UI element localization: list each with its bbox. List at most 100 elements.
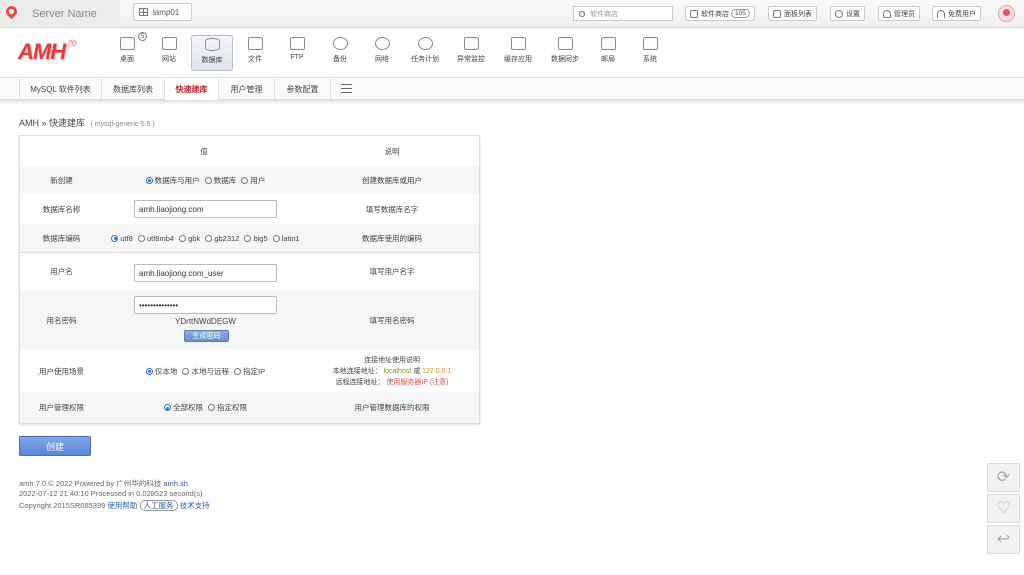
radio-utf8[interactable] bbox=[111, 234, 119, 242]
server-tab-lamp01[interactable]: lamp01 bbox=[133, 3, 192, 21]
row-usage-scene: 用户使用场景 仅本地 本地与远程 指定IP 连接地址使用说明 本地连接地址： l… bbox=[20, 350, 479, 392]
search-icon bbox=[579, 10, 585, 17]
breadcrumb: AMH » 快速建库 ( mysql-generic-5.5 ) bbox=[19, 118, 155, 128]
radio-utf8mb4[interactable] bbox=[137, 234, 145, 242]
quick-create-form: 值 说明 新创建 数据库与用户 数据库 用户 创建数据库或用户 数据库名称 am… bbox=[19, 135, 480, 424]
menu-icon[interactable] bbox=[341, 84, 352, 93]
user-icon bbox=[883, 9, 891, 18]
nav-item-cache[interactable]: 缓存应用 bbox=[497, 35, 539, 71]
radio-specific-ip[interactable] bbox=[234, 367, 242, 375]
radio-user-only[interactable] bbox=[241, 176, 249, 184]
store-icon bbox=[690, 9, 698, 18]
globe-icon bbox=[374, 37, 390, 50]
folder-icon bbox=[247, 37, 263, 50]
server-name[interactable]: Server Name bbox=[0, 0, 120, 27]
location-pin-icon bbox=[3, 3, 20, 20]
radio-gb2312[interactable] bbox=[205, 234, 213, 242]
sync-icon bbox=[557, 37, 573, 50]
nav-item-system[interactable]: 系统 bbox=[629, 35, 671, 71]
generated-password: YDrttNWdDEGW bbox=[175, 317, 236, 326]
username-input[interactable]: amh.liaojiong.com_user bbox=[134, 264, 277, 282]
store-count-badge: 105 bbox=[731, 9, 750, 18]
radio-gbk[interactable] bbox=[179, 234, 187, 242]
footer-line2: 2022-07-12 21:40:10 Processed in 0.02852… bbox=[19, 489, 203, 498]
tab-mysql-list[interactable]: MySQL 软件列表 bbox=[19, 79, 102, 100]
radio-db-and-user[interactable] bbox=[145, 176, 153, 184]
footer-line1: amh 7.0 © 2022 Powered by 广州华的科技 amh.sh bbox=[19, 479, 188, 488]
row-db-charset: 数据库编码 utf8 utf8mb4 gbk gb2312 big5 latin… bbox=[20, 224, 479, 252]
radio-specific-privileges[interactable] bbox=[208, 404, 216, 411]
gear-icon bbox=[835, 9, 843, 18]
settings-button[interactable]: 设置 bbox=[830, 6, 865, 21]
grid-icon bbox=[139, 8, 148, 16]
row-privilege: 用户管理权限 全部权限 指定权限 用户管理数据库的权限 bbox=[20, 392, 479, 423]
cache-icon bbox=[510, 37, 526, 50]
monitor-chart-icon bbox=[463, 37, 479, 50]
sub-nav: MySQL 软件列表 数据库列表 快速建库 用户管理 参数配置 bbox=[0, 79, 1024, 104]
backup-icon bbox=[332, 37, 348, 50]
back-button[interactable]: ↩ bbox=[987, 525, 1020, 554]
home-icon bbox=[119, 37, 135, 50]
radio-db-only[interactable] bbox=[204, 176, 212, 184]
nav-item-database[interactable]: 数据库 bbox=[191, 35, 233, 71]
footer-line3: Copyright 2015SR085399 使用帮助 人工服务 技术支持 bbox=[19, 500, 210, 511]
store-search-input[interactable]: 软件商店 bbox=[573, 6, 673, 21]
db-name-input[interactable]: amh.liaojiong.com bbox=[134, 200, 277, 218]
row-username: 用户名 amh.liaojiong.com_user 填写用户名字 bbox=[20, 252, 479, 290]
create-button[interactable]: 创建 bbox=[19, 436, 91, 456]
refresh-button[interactable]: ⟳ bbox=[987, 463, 1020, 492]
service-link[interactable]: 人工服务 bbox=[139, 500, 178, 511]
nav-item-sync[interactable]: 数据同步 bbox=[544, 35, 586, 71]
panel-list-button[interactable]: 面板列表 bbox=[768, 6, 817, 21]
amh-logo[interactable]: AMH 7.0 bbox=[18, 39, 76, 65]
panel-list-icon bbox=[773, 9, 781, 18]
desktop-count-badge: 5 bbox=[138, 32, 147, 41]
radio-big5[interactable] bbox=[244, 234, 252, 242]
amh-link[interactable]: amh.sh bbox=[163, 479, 188, 488]
help-link[interactable]: 使用帮助 bbox=[107, 501, 137, 510]
software-store-button[interactable]: 软件商店 105 bbox=[685, 6, 755, 21]
main-nav: AMH 7.0 5 桌面 网站 数据库 文件 FTP 备份 网络 任务计划 异常监… bbox=[0, 28, 1024, 78]
form-header: 值 说明 bbox=[200, 146, 400, 156]
clock-icon bbox=[417, 37, 433, 50]
nav-item-network[interactable]: 网络 bbox=[361, 35, 403, 71]
nav-item-cron[interactable]: 任务计划 bbox=[404, 35, 446, 71]
monitor-icon bbox=[161, 37, 177, 50]
heart-icon: ♡ bbox=[996, 499, 1011, 517]
nav-item-files[interactable]: 文件 bbox=[234, 35, 276, 71]
tab-quick-create[interactable]: 快速建库 bbox=[165, 79, 219, 100]
tab-database-list[interactable]: 数据库列表 bbox=[102, 79, 165, 100]
row-password: 用名密码 •••••••••••••• YDrttNWdDEGW 生成密码 填写… bbox=[20, 290, 479, 350]
favorite-button[interactable]: ♡ bbox=[987, 494, 1020, 523]
mail-icon bbox=[600, 37, 616, 50]
system-icon bbox=[642, 37, 658, 50]
database-icon bbox=[204, 38, 220, 51]
avatar[interactable] bbox=[998, 5, 1015, 22]
radio-local-remote[interactable] bbox=[182, 367, 190, 375]
page-title: 快速建库 bbox=[49, 118, 86, 128]
free-user-button[interactable]: 免费用户 bbox=[932, 6, 981, 21]
nav-item-monitor[interactable]: 异常监控 bbox=[450, 35, 492, 71]
wifi-icon bbox=[937, 9, 945, 18]
generate-password-button[interactable]: 生成密码 bbox=[184, 330, 229, 342]
tab-parameter-config[interactable]: 参数配置 bbox=[275, 79, 331, 100]
tab-user-management[interactable]: 用户管理 bbox=[219, 79, 275, 100]
nav-item-ftp[interactable]: FTP bbox=[276, 35, 318, 71]
row-db-name: 数据库名称 amh.liaojiong.com 填写数据库名字 bbox=[20, 194, 479, 224]
nav-item-backup[interactable]: 备份 bbox=[319, 35, 361, 71]
radio-latin1[interactable] bbox=[272, 234, 280, 242]
return-icon: ↩ bbox=[996, 530, 1011, 548]
radio-all-privileges[interactable] bbox=[163, 404, 171, 411]
nav-item-desktop[interactable]: 5 桌面 bbox=[106, 32, 148, 71]
breadcrumb-root[interactable]: AMH bbox=[19, 118, 39, 128]
refresh-icon: ⟳ bbox=[996, 468, 1011, 486]
nav-item-website[interactable]: 网站 bbox=[148, 35, 190, 71]
support-link[interactable]: 技术支持 bbox=[180, 501, 210, 510]
admin-button[interactable]: 管理员 bbox=[878, 6, 920, 21]
row-create-type: 新创建 数据库与用户 数据库 用户 创建数据库或用户 bbox=[20, 166, 479, 194]
top-bar: Server Name lamp01 软件商店 软件商店 105 面板列表 设置… bbox=[0, 0, 1024, 28]
password-input[interactable]: •••••••••••••• bbox=[134, 296, 277, 314]
radio-local-only[interactable] bbox=[145, 367, 153, 375]
connection-notes: 连接地址使用说明 本地连接地址： localhost 或 127.0.0.1 远… bbox=[332, 356, 452, 386]
nav-item-mail[interactable]: 邮局 bbox=[587, 35, 629, 71]
